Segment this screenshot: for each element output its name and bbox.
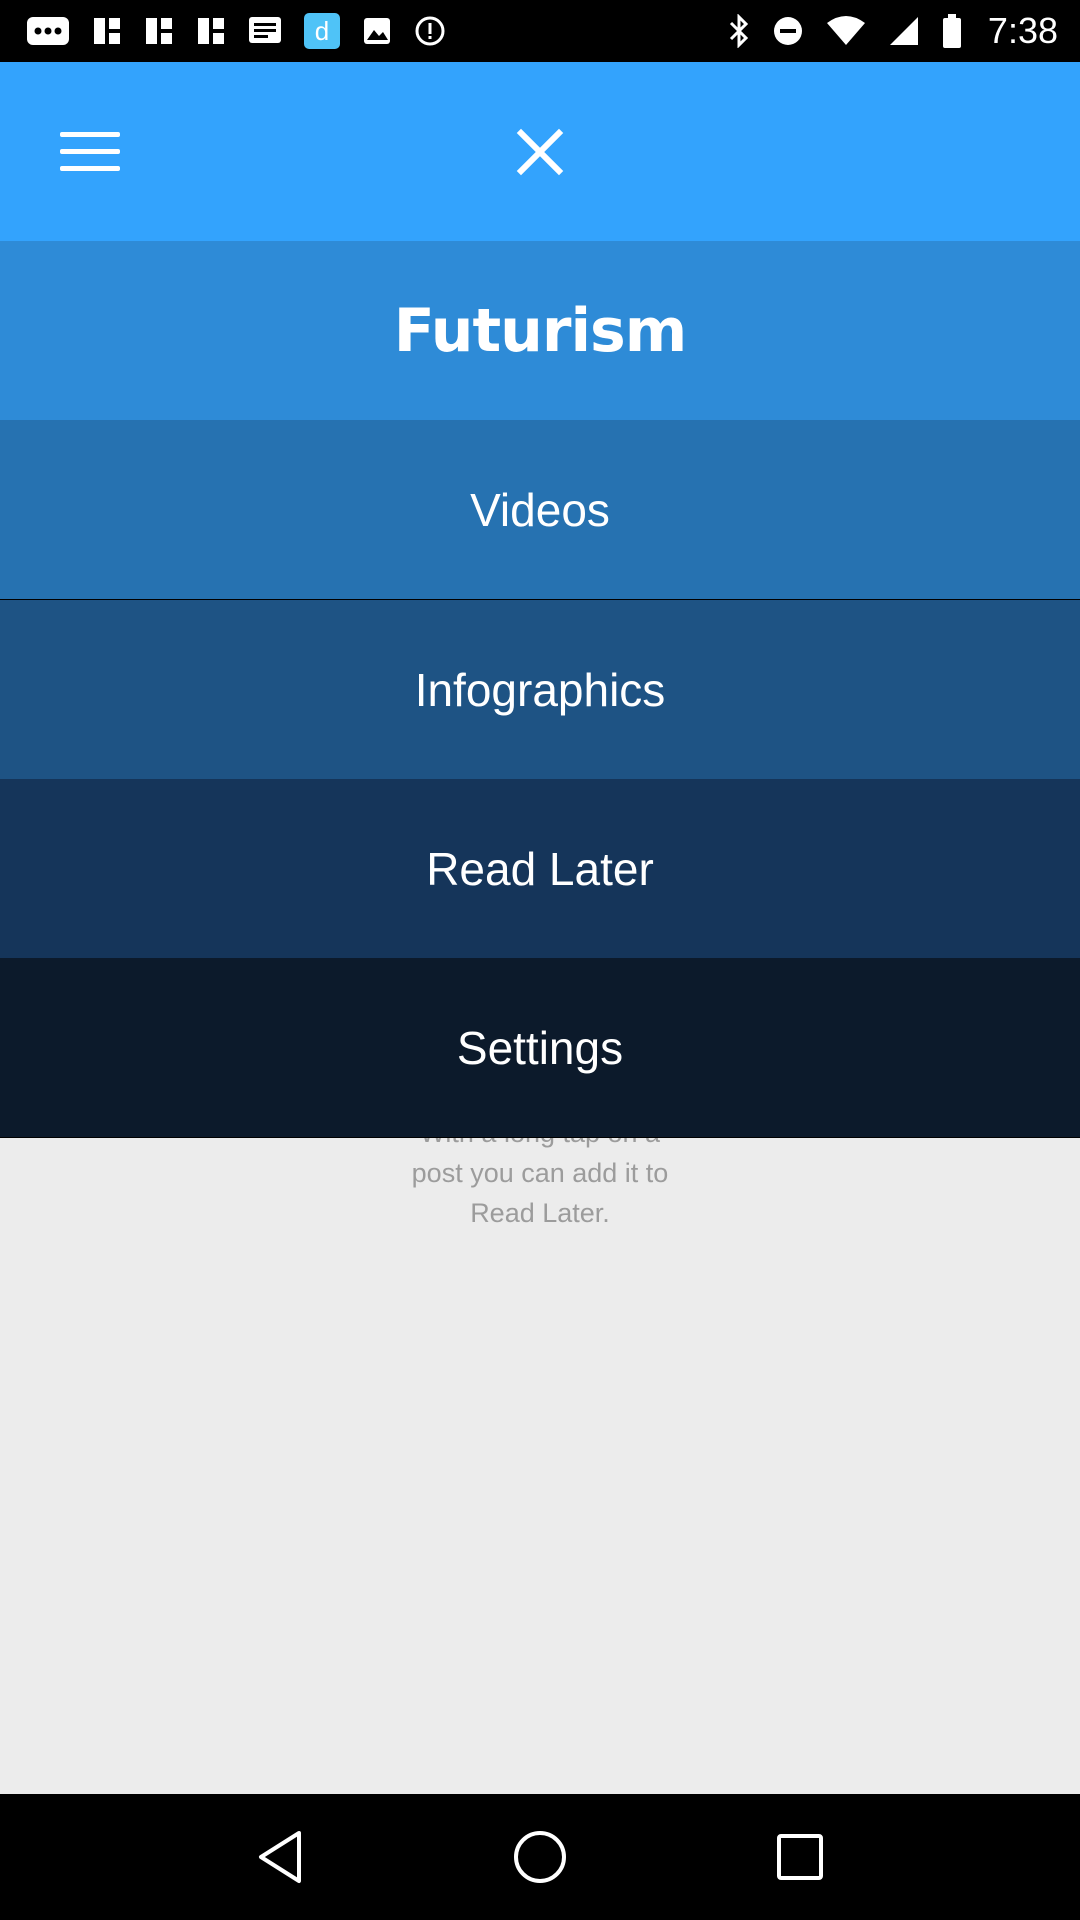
futurism-logo: Futurism (393, 295, 687, 366)
status-bar-notifications: d (26, 13, 446, 49)
signal-icon (888, 15, 920, 47)
grid-icon (144, 16, 174, 46)
menu-item-infographics[interactable]: Infographics (0, 600, 1080, 779)
hint-line: post you can add it to (411, 1158, 669, 1188)
more-dots-icon (26, 16, 70, 46)
menu-item-read-later[interactable]: Read Later (0, 779, 1080, 958)
menu-item-videos[interactable]: Videos (0, 420, 1080, 599)
menu-item-label: Read Later (426, 842, 654, 895)
empty-hint-text: With a long tap on a post you can add it… (340, 1138, 740, 1233)
app-d-icon: d (304, 13, 340, 49)
bluetooth-icon (728, 14, 750, 48)
status-bar-system: 7:38 (728, 10, 1058, 52)
status-time: 7:38 (987, 10, 1058, 51)
image-icon (362, 16, 392, 46)
menu-item-label: Infographics (414, 663, 666, 716)
home-icon[interactable] (500, 1817, 580, 1897)
hint-line: Read Later. (470, 1198, 610, 1228)
status-bar: d 7:38 (0, 0, 1080, 62)
menu-item-settings[interactable]: Settings (0, 958, 1080, 1137)
toolbar (0, 62, 1080, 241)
read-later-empty-state: With a long tap on a post you can add it… (0, 1138, 1080, 1794)
recents-icon[interactable] (760, 1817, 840, 1897)
wifi-icon (826, 15, 866, 47)
do-not-disturb-icon (772, 15, 804, 47)
message-icon (248, 16, 282, 46)
menu-icon[interactable] (60, 132, 120, 176)
alert-icon (414, 15, 446, 47)
menu-item-label: Videos (470, 483, 610, 536)
svg-text:d: d (315, 16, 329, 46)
grid-icon (92, 16, 122, 46)
menu-item-home-logo[interactable]: Futurism (0, 241, 1080, 420)
grid-icon (196, 16, 226, 46)
hint-line: With a long tap on a (340, 1138, 740, 1153)
menu-item-label: Settings (456, 1021, 624, 1074)
battery-icon (942, 14, 962, 48)
navigation-bar (0, 1794, 1080, 1920)
close-icon[interactable] (516, 128, 564, 176)
back-icon[interactable] (240, 1817, 320, 1897)
